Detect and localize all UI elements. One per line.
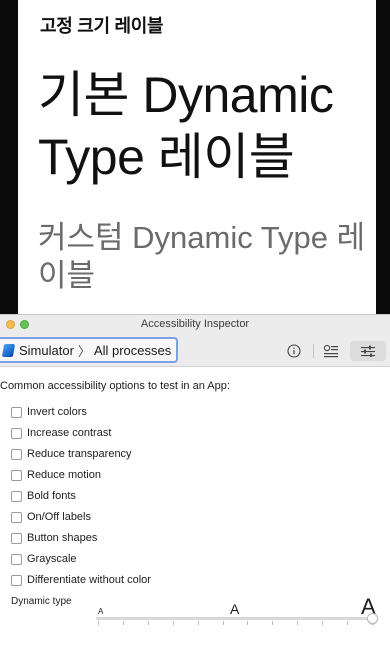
option-label: Invert colors: [27, 406, 87, 418]
slider-tick: [297, 621, 298, 625]
option-button-shapes[interactable]: Button shapes: [11, 532, 97, 544]
option-label: On/Off labels: [27, 511, 91, 523]
target-process: All processes: [93, 342, 172, 358]
fixed-size-label: 고정 크기 레이블: [40, 16, 164, 36]
checkbox[interactable]: [11, 490, 22, 502]
option-label: Bold fonts: [27, 490, 76, 502]
checkbox[interactable]: [11, 469, 22, 481]
slider-tick: [98, 621, 99, 625]
checkbox[interactable]: [11, 448, 22, 460]
inspect-icon: [323, 344, 338, 358]
default-dynamic-type-label: 기본 Dynamic Type 레이블: [38, 67, 334, 185]
option-invert-colors[interactable]: Invert colors: [11, 406, 87, 418]
option-label: Reduce motion: [27, 469, 101, 481]
option-differentiate-without-color[interactable]: Differentiate without color: [11, 574, 151, 586]
option-label: Increase contrast: [27, 427, 112, 439]
checkbox[interactable]: [11, 427, 22, 439]
option-label: Grayscale: [27, 553, 77, 565]
slider-tick: [322, 621, 323, 625]
checkbox[interactable]: [11, 574, 22, 586]
accessibility-inspector-window: Accessibility Inspector Simulator 〉 All …: [0, 314, 390, 648]
option-label: Button shapes: [27, 532, 98, 544]
checkbox[interactable]: [11, 406, 22, 418]
option-increase-contrast[interactable]: Increase contrast: [11, 427, 111, 439]
option-label: Differentiate without color: [27, 574, 151, 586]
simulator-screen: 고정 크기 레이블 기본 Dynamic Type 레이블 커스텀 Dynami…: [18, 0, 376, 316]
slider-tick: [173, 621, 174, 625]
simulator-app-icon: [1, 343, 16, 357]
checkbox[interactable]: [11, 511, 22, 523]
slider-track[interactable]: [96, 617, 376, 620]
settings-panel: Common accessibility options to test in …: [0, 367, 390, 648]
toolbar: Simulator 〉 All processes: [0, 335, 390, 367]
medium-text-indicator: A: [230, 601, 240, 617]
info-button[interactable]: [286, 341, 302, 361]
checkbox[interactable]: [11, 532, 22, 544]
option-on-off-labels[interactable]: On/Off labels: [11, 511, 91, 523]
option-label: Reduce transparency: [27, 448, 132, 460]
option-grayscale[interactable]: Grayscale: [11, 553, 77, 565]
small-text-indicator: A: [98, 607, 104, 616]
info-icon: [287, 344, 301, 358]
target-picker[interactable]: Simulator 〉 All processes: [0, 337, 178, 363]
settings-icon: [361, 345, 375, 357]
toolbar-divider: [313, 344, 314, 358]
window-title: Accessibility Inspector: [140, 318, 250, 330]
option-reduce-motion[interactable]: Reduce motion: [11, 469, 101, 481]
slider-knob[interactable]: [367, 613, 378, 624]
slider-tick: [347, 621, 348, 625]
checkbox[interactable]: [11, 553, 22, 565]
chevron-right-icon: 〉: [77, 343, 91, 359]
window-titlebar[interactable]: Accessibility Inspector: [0, 315, 390, 335]
slider-tick: [123, 621, 124, 625]
slider-tick: [148, 621, 149, 625]
option-reduce-transparency[interactable]: Reduce transparency: [11, 448, 132, 460]
slider-tick: [272, 621, 273, 625]
dynamic-type-label: Dynamic type: [11, 596, 72, 607]
inspection-button[interactable]: [322, 341, 340, 361]
slider-tick: [198, 621, 199, 625]
option-bold-fonts[interactable]: Bold fonts: [11, 490, 76, 502]
section-title: Common accessibility options to test in …: [0, 380, 230, 392]
slider-tick: [247, 621, 248, 625]
slider-tick: [223, 621, 224, 625]
simulator-device: 고정 크기 레이블 기본 Dynamic Type 레이블 커스텀 Dynami…: [0, 0, 390, 316]
custom-dynamic-type-label: 커스텀 Dynamic Type 레이블: [38, 220, 366, 293]
target-device: Simulator: [19, 342, 74, 358]
dynamic-type-slider[interactable]: A A A: [96, 591, 381, 627]
settings-button[interactable]: [350, 341, 386, 361]
